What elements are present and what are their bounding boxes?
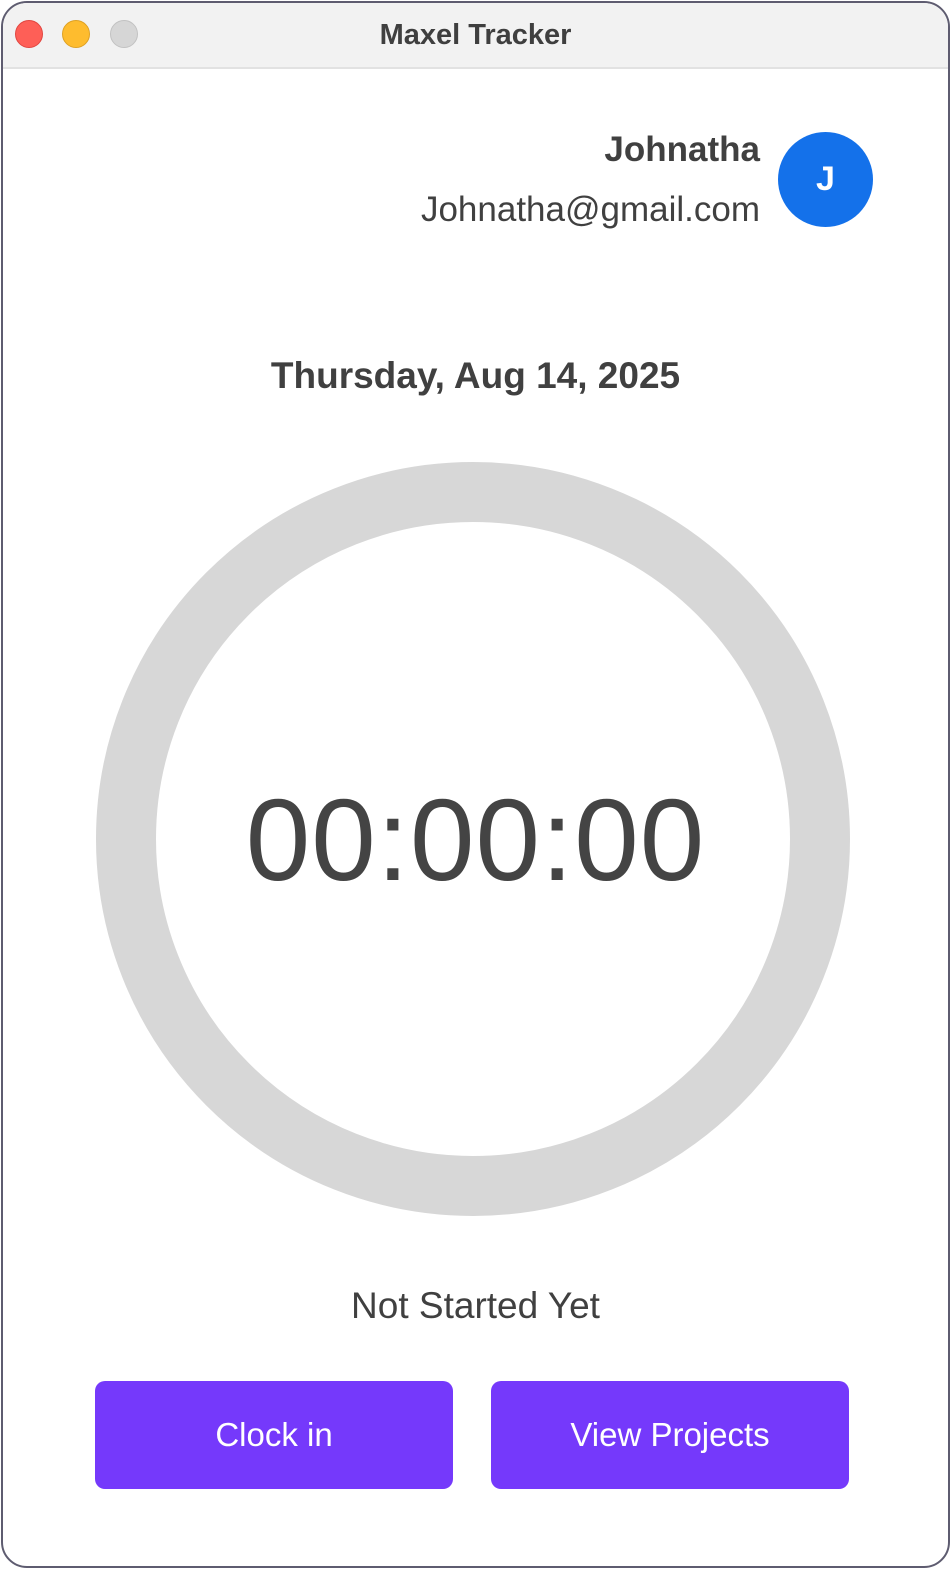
user-email: Johnatha@gmail.com (420, 190, 760, 229)
window-title: Maxel Tracker (379, 19, 572, 51)
status-text: Not Started Yet (351, 1285, 600, 1326)
app-window: Maxel Tracker Johnatha Johnatha@gmail.co… (1, 1, 950, 1568)
clock-in-button[interactable]: Clock in (95, 1381, 453, 1489)
view-projects-button[interactable]: View Projects (491, 1381, 849, 1489)
avatar[interactable]: J (778, 132, 873, 227)
user-name: Johnatha (604, 130, 760, 169)
timer-display: 00:00:00 (245, 775, 706, 905)
title-bar: Maxel Tracker (3, 3, 948, 69)
current-date: Thursday, Aug 14, 2025 (270, 355, 681, 396)
